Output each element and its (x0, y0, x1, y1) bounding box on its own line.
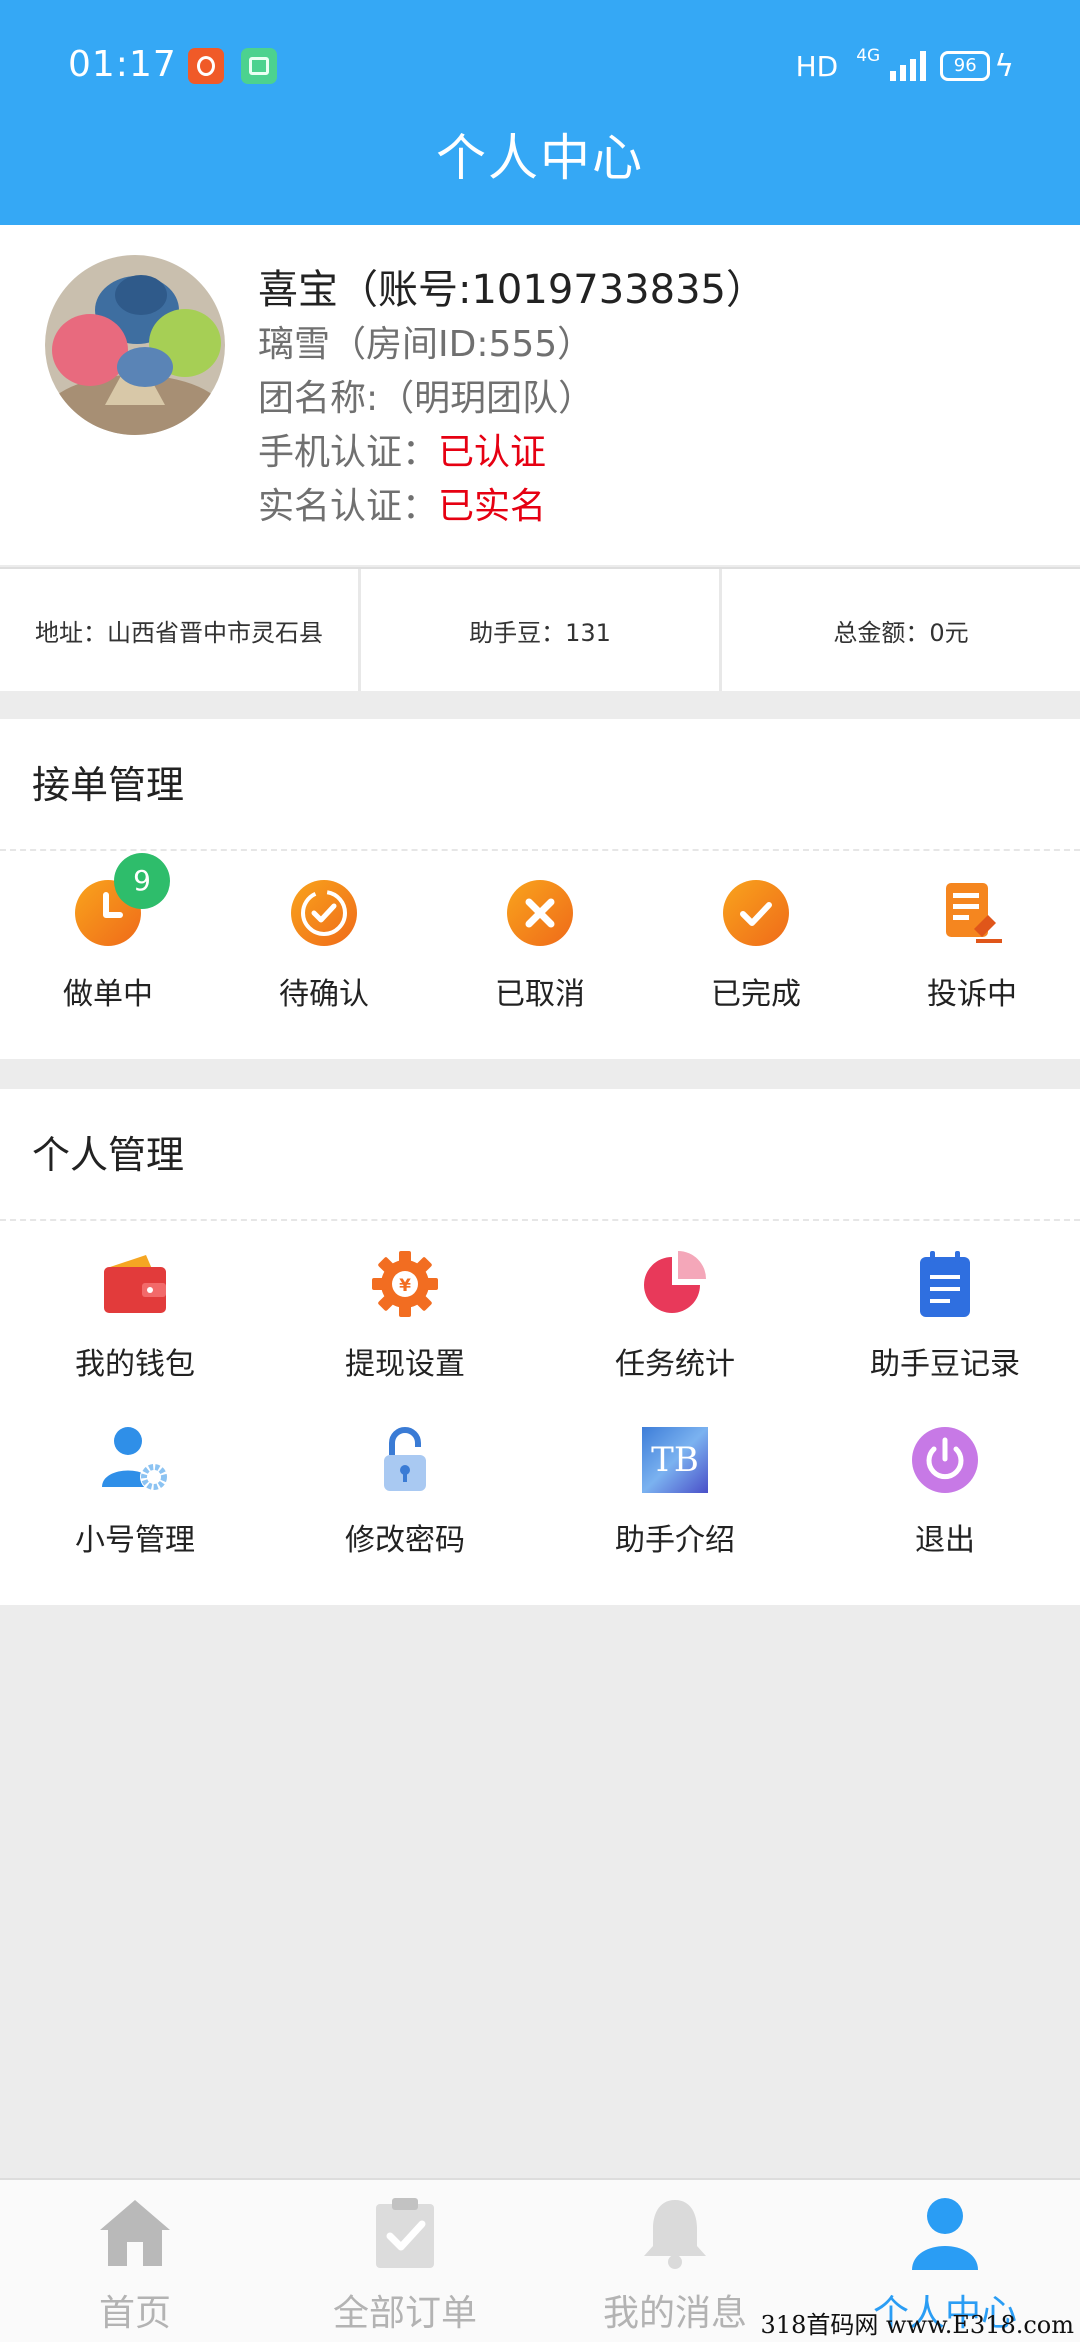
grid-item-label: 任务统计 (615, 1347, 735, 1382)
order-item-label: 已取消 (495, 977, 585, 1012)
network-type: 4G (856, 46, 881, 66)
signal-icon (890, 51, 927, 81)
phone-verification-label: 手机认证： (258, 432, 439, 473)
order-item-label: 已完成 (711, 977, 801, 1012)
profile-room: 璃雪（房间ID:555） (258, 324, 594, 365)
bell-icon (644, 2200, 706, 2269)
grid-item-label: 我的钱包 (75, 1347, 195, 1382)
stats-bar: 地址：山西省晋中市灵石县 助手豆：131 总金额：0元 (0, 567, 1080, 691)
grid-item-label: 助手介绍 (615, 1523, 735, 1558)
realname-verification-label: 实名认证： (258, 486, 439, 527)
order-completed-button[interactable]: 已完成 (648, 865, 864, 1012)
charging-icon: ϟ (994, 48, 1014, 84)
tab-label: 首页 (98, 2293, 171, 2334)
profile-card: 喜宝（账号:1019733835） 璃雪（房间ID:555） 团名称:（明玥团队… (0, 225, 1080, 565)
logout-button[interactable]: 退出 (810, 1403, 1080, 1579)
pending-check-icon (291, 880, 357, 946)
battery-icon: 96 ϟ (940, 49, 1014, 84)
wallet-icon (104, 1255, 166, 1313)
task-statistics-button[interactable]: 任务统计 (540, 1227, 810, 1403)
order-section-title: 接单管理 (0, 719, 1080, 851)
order-cancelled-button[interactable]: 已取消 (432, 865, 648, 1012)
stat-beans: 助手豆：131 (361, 569, 722, 691)
pie-chart-icon (644, 1251, 706, 1313)
assistant-intro-button[interactable]: TB 助手介绍 (540, 1403, 810, 1579)
complaint-icon (946, 883, 1002, 943)
power-icon (912, 1427, 978, 1493)
hd-label: HD (795, 49, 839, 83)
withdraw-gear-icon: ¥ (372, 1251, 438, 1317)
profile-team: 团名称:（明玥团队） (258, 378, 595, 419)
grid-item-label: 修改密码 (345, 1523, 465, 1558)
unlock-icon (384, 1427, 426, 1491)
stat-total-amount: 总金额：0元 (833, 618, 969, 647)
svg-text:TB: TB (651, 1440, 699, 1480)
tab-all-orders[interactable]: 全部订单 (270, 2180, 540, 2342)
clipboard-icon (376, 2198, 434, 2268)
tb-logo-icon: TB (642, 1427, 708, 1493)
notepad-icon (920, 1251, 970, 1317)
check-icon (723, 880, 789, 946)
bean-records-button[interactable]: 助手豆记录 (810, 1227, 1080, 1403)
home-icon (100, 2200, 170, 2266)
person-icon (912, 2198, 978, 2270)
status-time: 01:17 (68, 44, 177, 85)
withdraw-settings-button[interactable]: ¥ 提现设置 (270, 1227, 540, 1403)
profile-name: 喜宝（账号:1019733835） (258, 267, 766, 313)
multitask-app-icon (241, 48, 277, 84)
sub-account-button[interactable]: 小号管理 (0, 1403, 270, 1579)
my-wallet-button[interactable]: 我的钱包 (0, 1227, 270, 1403)
stat-address: 地址：山西省晋中市灵石县 (0, 569, 361, 691)
phone-verification-status: 已认证 (438, 432, 547, 473)
grid-item-label: 小号管理 (75, 1523, 195, 1558)
tab-home[interactable]: 首页 (0, 2180, 270, 2342)
order-item-label: 待确认 (279, 977, 369, 1012)
tab-label: 全部订单 (332, 2293, 477, 2334)
order-pending-button[interactable]: 待确认 (216, 865, 432, 1012)
grid-item-label: 提现设置 (345, 1347, 465, 1382)
avatar[interactable] (45, 255, 225, 435)
page-title: 个人中心 (436, 129, 644, 187)
bottom-tab-bar: 首页 全部订单 我的消息 个人中心 318首码网 www.E318.com (0, 2178, 1080, 2342)
order-item-label: 投诉中 (927, 977, 1017, 1012)
order-management-section: 接单管理 9 做单中 待确认 已取消 已完成 投诉中 (0, 719, 1080, 1059)
realname-verification-status: 已实名 (438, 486, 547, 527)
svg-text:¥: ¥ (399, 1276, 411, 1296)
kuaishou-app-icon (188, 48, 224, 84)
in-progress-count-badge: 9 (114, 853, 170, 909)
order-complaint-button[interactable]: 投诉中 (864, 865, 1080, 1012)
personal-section-title: 个人管理 (0, 1089, 1080, 1221)
realname-verification: 实名认证：已实名 (258, 477, 546, 529)
personal-management-section: 个人管理 我的钱包 ¥ 提现设置 任务统计 助手豆记录 小号管理 修改密码 TB… (0, 1089, 1080, 1605)
phone-verification: 手机认证：已认证 (258, 423, 546, 475)
grid-item-label: 退出 (915, 1523, 975, 1558)
order-item-label: 做单中 (63, 977, 153, 1012)
order-in-progress-button[interactable]: 9 做单中 (0, 853, 216, 1012)
app-header: 01:17 HD 4G 96 ϟ 个人中心 (0, 0, 1080, 225)
grid-item-label: 助手豆记录 (870, 1347, 1020, 1382)
change-password-button[interactable]: 修改密码 (270, 1403, 540, 1579)
watermark-text: 318首码网 www.E318.com (760, 2311, 1074, 2339)
cancel-icon (507, 880, 573, 946)
battery-level: 96 (940, 51, 991, 81)
status-indicators: HD 4G 96 ϟ (796, 46, 1014, 86)
user-gear-icon (102, 1427, 168, 1491)
